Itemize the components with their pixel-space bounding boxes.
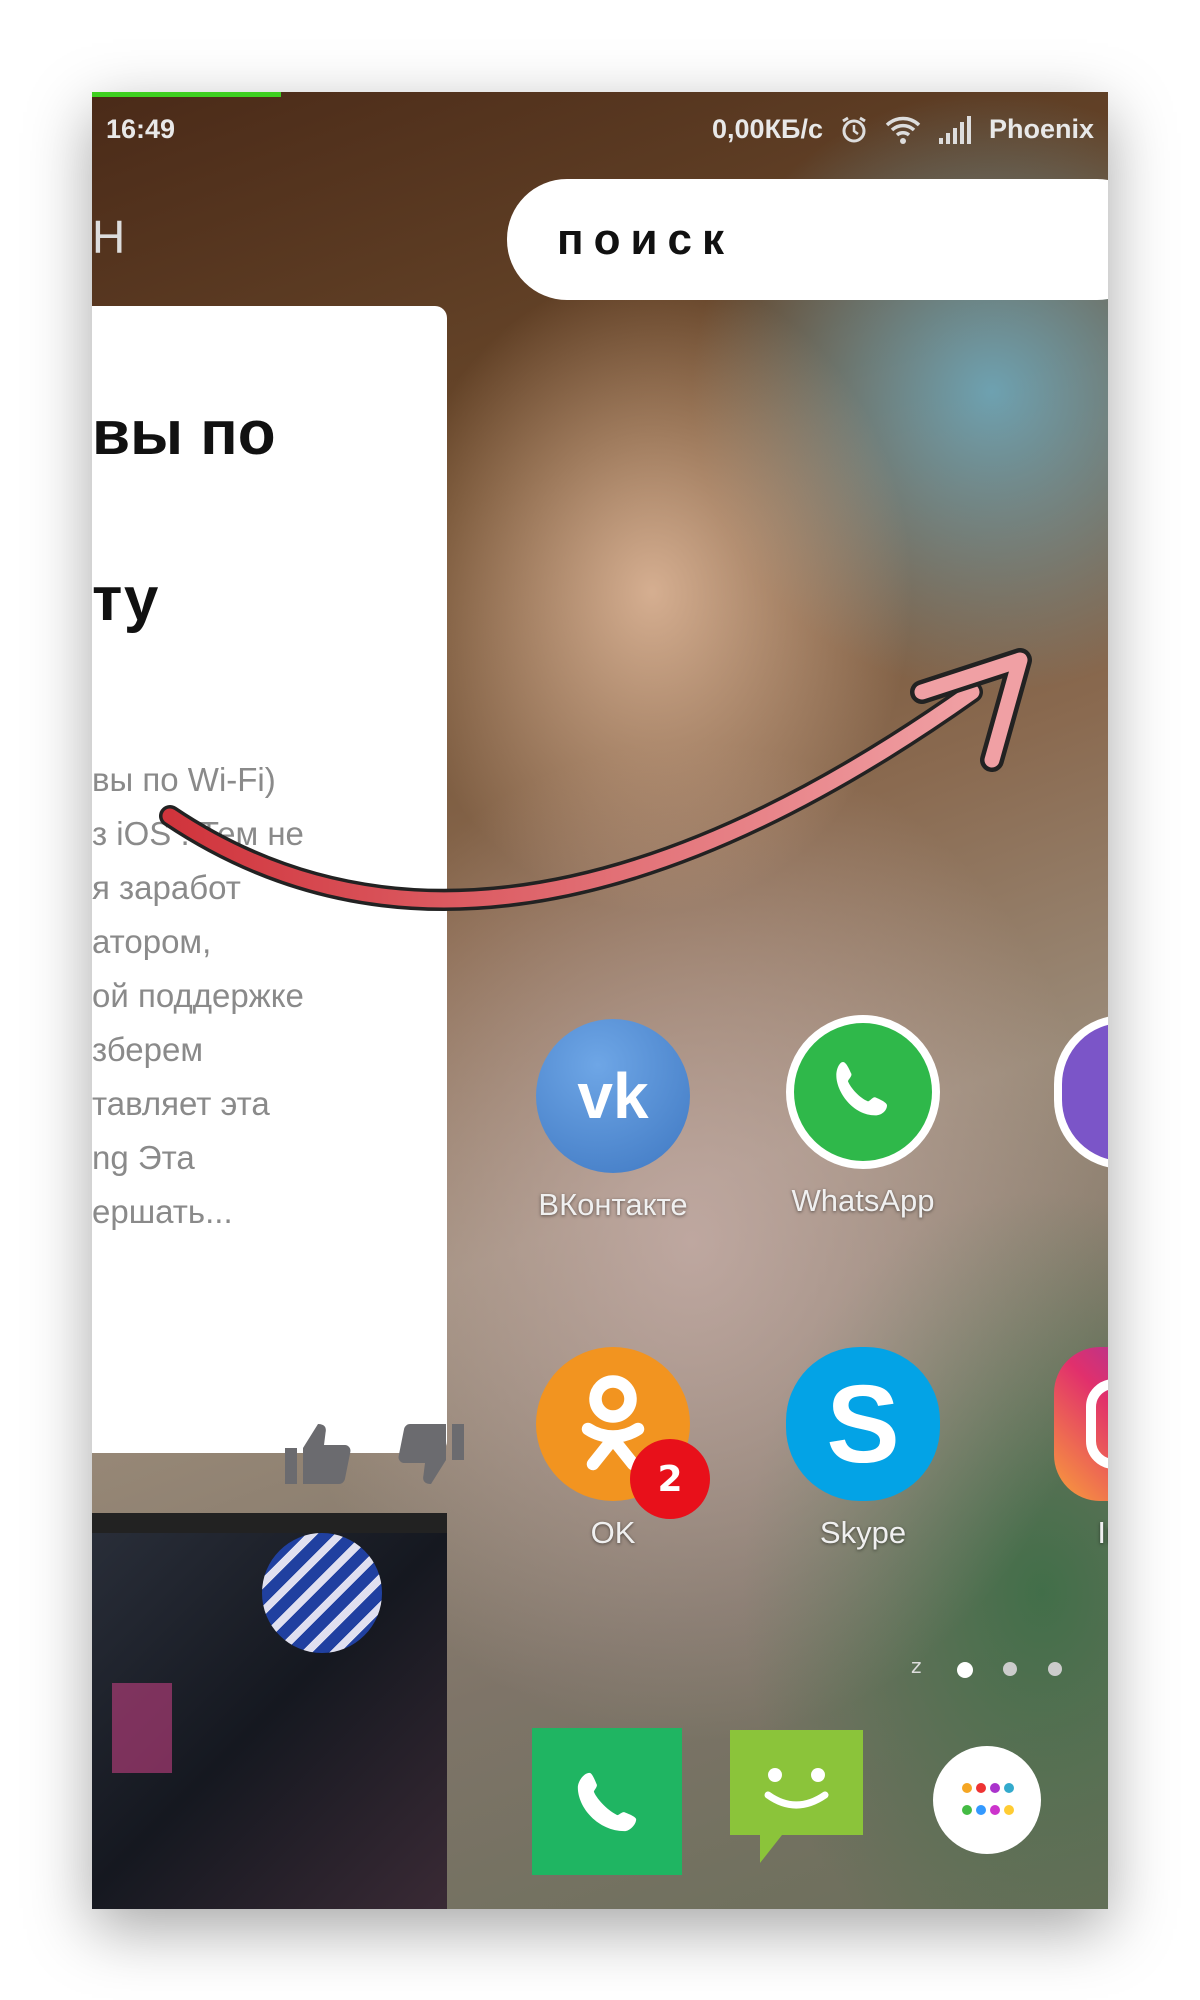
swipe-arrow-annotation xyxy=(159,648,1032,911)
phone-screen: 16:49 0,00КБ/с Phoenix H поиск вы по ту … xyxy=(92,92,1108,1909)
